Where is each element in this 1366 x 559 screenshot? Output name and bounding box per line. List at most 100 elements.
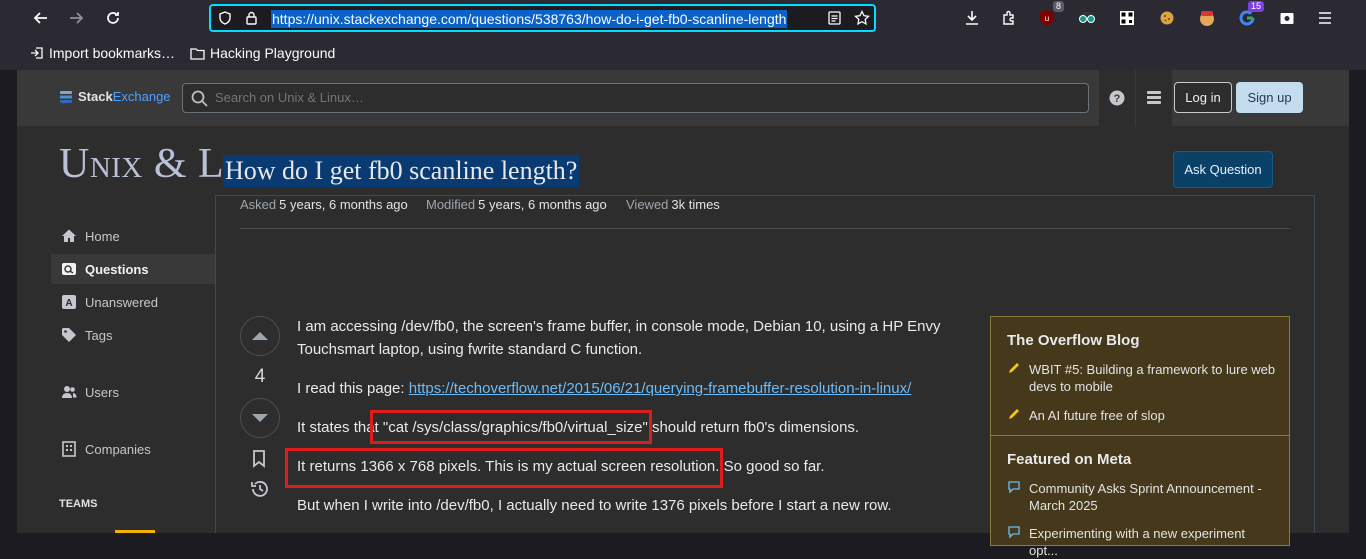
back-arrow-icon <box>33 12 47 24</box>
chat-bubble-icon <box>1008 481 1020 494</box>
search-input[interactable] <box>213 89 1067 106</box>
qr-extension[interactable] <box>1116 7 1138 29</box>
site-search[interactable] <box>182 83 1089 113</box>
cookie-extension[interactable] <box>1156 7 1178 29</box>
nav-item-questions[interactable]: Questions <box>51 254 215 284</box>
url-text[interactable]: https://unix.stackexchange.com/questions… <box>271 10 788 28</box>
logo-exchange: Exchange <box>112 89 171 104</box>
blog-item[interactable]: An AI future free of slop <box>1007 407 1277 424</box>
forward-arrow-icon <box>70 12 84 24</box>
question-title[interactable]: How do I get fb0 scanline length? <box>223 155 580 187</box>
back-button[interactable] <box>27 4 55 32</box>
cookie-icon <box>1160 11 1174 25</box>
ask-question-button[interactable]: Ask Question <box>1173 151 1273 188</box>
reader-view-icon[interactable] <box>828 11 841 25</box>
bookmark-import[interactable]: Import bookmarks… <box>30 45 175 61</box>
history-icon <box>251 481 268 497</box>
meta-item-label[interactable]: Community Asks Sprint Announcement - Mar… <box>1029 480 1277 514</box>
nav-item-users[interactable]: Users <box>51 377 215 407</box>
avatar-extension[interactable] <box>1196 7 1218 29</box>
questions-icon <box>62 263 76 275</box>
techoverflow-link[interactable]: https://techoverflow.net/2015/06/21/quer… <box>409 380 912 397</box>
screenshot-icon <box>1280 13 1294 24</box>
login-button[interactable]: Log in <box>1174 82 1232 113</box>
forward-button[interactable] <box>62 4 90 32</box>
screenshot-extension[interactable] <box>1276 7 1298 29</box>
timeline-button[interactable] <box>250 480 269 503</box>
vote-score: 4 <box>254 366 266 387</box>
nav-item-tags[interactable]: Tags <box>51 320 215 350</box>
tracking-shield-icon[interactable] <box>218 11 232 25</box>
home-icon <box>62 229 76 242</box>
viewed-meta: Viewed 3k times <box>626 197 720 212</box>
bookmark-folder-hacking[interactable]: Hacking Playground <box>190 45 335 61</box>
ublock-shield-icon: u <box>1040 10 1054 26</box>
blog-item-label[interactable]: WBIT #5: Building a framework to lure we… <box>1029 361 1277 395</box>
downloads-button[interactable] <box>961 7 983 29</box>
nav-item-label: Companies <box>85 441 151 457</box>
download-icon <box>966 11 978 25</box>
asked-meta: Asked 5 years, 6 months ago <box>240 197 408 212</box>
paragraph-2-prefix: I read this page: <box>297 380 409 397</box>
puzzle-icon <box>1003 10 1014 25</box>
bookmark-star-icon[interactable] <box>854 10 870 26</box>
site-switcher-button[interactable] <box>1136 70 1172 126</box>
question-paragraph-1: I am accessing /dev/fb0, the screen's fr… <box>297 318 941 358</box>
question-paragraph-2: I read this page: https://techoverflow.n… <box>297 377 957 400</box>
signup-button[interactable]: Sign up <box>1236 82 1303 113</box>
stackexchange-icon <box>60 90 72 104</box>
spy-extension[interactable] <box>1076 7 1098 29</box>
help-icon: ? <box>1109 90 1125 106</box>
site-switcher-icon <box>1147 91 1161 104</box>
bookmarks-toolbar: Import bookmarks… Hacking Playground <box>0 40 1366 68</box>
lock-icon[interactable] <box>245 11 258 25</box>
unanswered-icon: A <box>62 295 76 309</box>
upvote-button[interactable] <box>240 316 280 356</box>
folder-icon <box>190 47 205 60</box>
users-icon <box>62 386 77 398</box>
asked-value[interactable]: 5 years, 6 months ago <box>279 197 408 212</box>
google-extension[interactable]: 15 <box>1236 1 1264 29</box>
import-icon <box>31 47 43 59</box>
pencil-icon <box>1009 363 1019 373</box>
meta-item[interactable]: Experimenting with a new experiment opt.… <box>1007 525 1277 559</box>
browser-toolbar: https://unix.stackexchange.com/questions… <box>0 0 1366 70</box>
blog-item[interactable]: WBIT #5: Building a framework to lure we… <box>1007 361 1277 395</box>
modified-value[interactable]: 5 years, 6 months ago <box>478 197 607 212</box>
help-button[interactable]: ? <box>1099 70 1135 126</box>
nav-item-home[interactable]: Home <box>51 221 215 251</box>
pencil-icon <box>1009 409 1019 419</box>
svg-text:?: ? <box>1114 93 1121 105</box>
upvote-arrow-icon <box>252 332 268 340</box>
downvote-arrow-icon <box>252 414 268 422</box>
ublock-badge: 8 <box>1052 1 1064 12</box>
tag-icon <box>62 328 76 342</box>
bookmark-folder-label: Hacking Playground <box>210 45 336 61</box>
question-paragraph-5: But when I write into /dev/fb0, I actual… <box>297 497 892 514</box>
logo-stack: Stack <box>78 89 113 104</box>
highlight-box-virtual-size <box>370 410 652 444</box>
face-icon <box>1200 11 1214 26</box>
search-icon <box>191 90 208 107</box>
viewed-value: 3k times <box>671 197 720 212</box>
url-bar[interactable]: https://unix.stackexchange.com/questions… <box>209 4 876 32</box>
ublock-extension[interactable]: u 8 <box>1036 1 1064 29</box>
meta-item-label[interactable]: Experimenting with a new experiment opt.… <box>1029 525 1277 559</box>
hamburger-icon <box>1319 12 1331 24</box>
meta-item[interactable]: Community Asks Sprint Announcement - Mar… <box>1007 480 1277 514</box>
nav-item-companies[interactable]: Companies <box>51 434 215 464</box>
site-topbar: StackExchange ? Log in Sign up <box>17 70 1349 126</box>
blog-item-label[interactable]: An AI future free of slop <box>1029 407 1165 424</box>
nav-item-unanswered[interactable]: A Unanswered <box>51 287 215 317</box>
downvote-button[interactable] <box>240 398 280 438</box>
glasses-icon <box>1079 12 1095 23</box>
stackexchange-logo[interactable]: StackExchange <box>59 89 171 104</box>
extensions-button[interactable] <box>998 7 1020 29</box>
bookmark-question-button[interactable] <box>251 450 267 473</box>
reload-button[interactable] <box>99 4 127 32</box>
meta-title: Featured on Meta <box>1007 451 1132 468</box>
companies-icon <box>62 441 76 457</box>
teams-heading: TEAMS <box>59 498 98 510</box>
menu-button[interactable] <box>1314 7 1336 29</box>
blog-title: The Overflow Blog <box>1007 332 1140 349</box>
